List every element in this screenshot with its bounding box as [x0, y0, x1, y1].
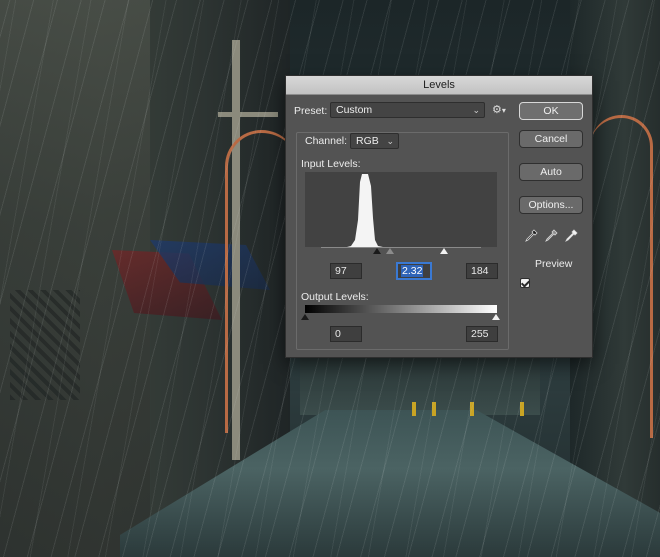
output-gradient [305, 305, 497, 313]
output-white-field[interactable]: 255 [466, 326, 498, 342]
histogram [305, 172, 497, 247]
gray-eyedropper-icon[interactable] [544, 229, 558, 243]
input-gamma-field[interactable]: 2.32 [396, 262, 432, 280]
black-eyedropper-icon[interactable] [524, 229, 538, 243]
input-slider-track [321, 247, 481, 248]
output-black-field[interactable]: 0 [330, 326, 362, 342]
channel-value: RGB [356, 135, 379, 147]
options-button[interactable]: Options... [519, 196, 583, 214]
channel-label: Channel: [305, 135, 348, 147]
channel-select[interactable]: RGB ⌄ [350, 133, 399, 149]
input-black-field[interactable]: 97 [330, 263, 362, 279]
input-black-slider[interactable] [373, 248, 381, 256]
channel-control: Channel: [302, 135, 351, 147]
input-gamma-value: 2.32 [401, 265, 424, 277]
input-white-thumb [440, 248, 448, 254]
levels-dialog: Levels Preset: Custom ⌄ ⚙▾ Channel: RGB … [285, 75, 593, 358]
input-black-thumb [373, 248, 381, 254]
output-white-thumb [492, 314, 500, 320]
preset-select[interactable]: Custom ⌄ [330, 102, 485, 118]
input-white-slider[interactable] [440, 248, 448, 256]
output-black-slider[interactable] [301, 314, 309, 322]
output-levels-label: Output Levels: [301, 291, 369, 303]
input-white-field[interactable]: 184 [466, 263, 498, 279]
preview-checkbox[interactable] [520, 278, 530, 288]
input-gamma-thumb [386, 248, 394, 254]
histogram-graph [305, 174, 497, 247]
auto-button[interactable]: Auto [519, 163, 583, 181]
input-levels-label: Input Levels: [301, 158, 361, 170]
gear-icon[interactable]: ⚙▾ [492, 103, 506, 116]
preset-label: Preset: [294, 105, 328, 117]
ok-button[interactable]: OK [519, 102, 583, 120]
dialog-title[interactable]: Levels [286, 76, 592, 95]
white-eyedropper-icon[interactable] [564, 229, 578, 243]
chevron-down-icon: ⌄ [386, 136, 394, 146]
preset-value: Custom [336, 104, 373, 116]
cancel-button[interactable]: Cancel [519, 130, 583, 148]
chevron-down-icon: ⌄ [472, 105, 480, 115]
output-white-slider[interactable] [492, 314, 500, 322]
preview-label: Preview [535, 258, 573, 270]
output-black-thumb [301, 314, 309, 320]
input-gamma-slider[interactable] [386, 248, 394, 256]
